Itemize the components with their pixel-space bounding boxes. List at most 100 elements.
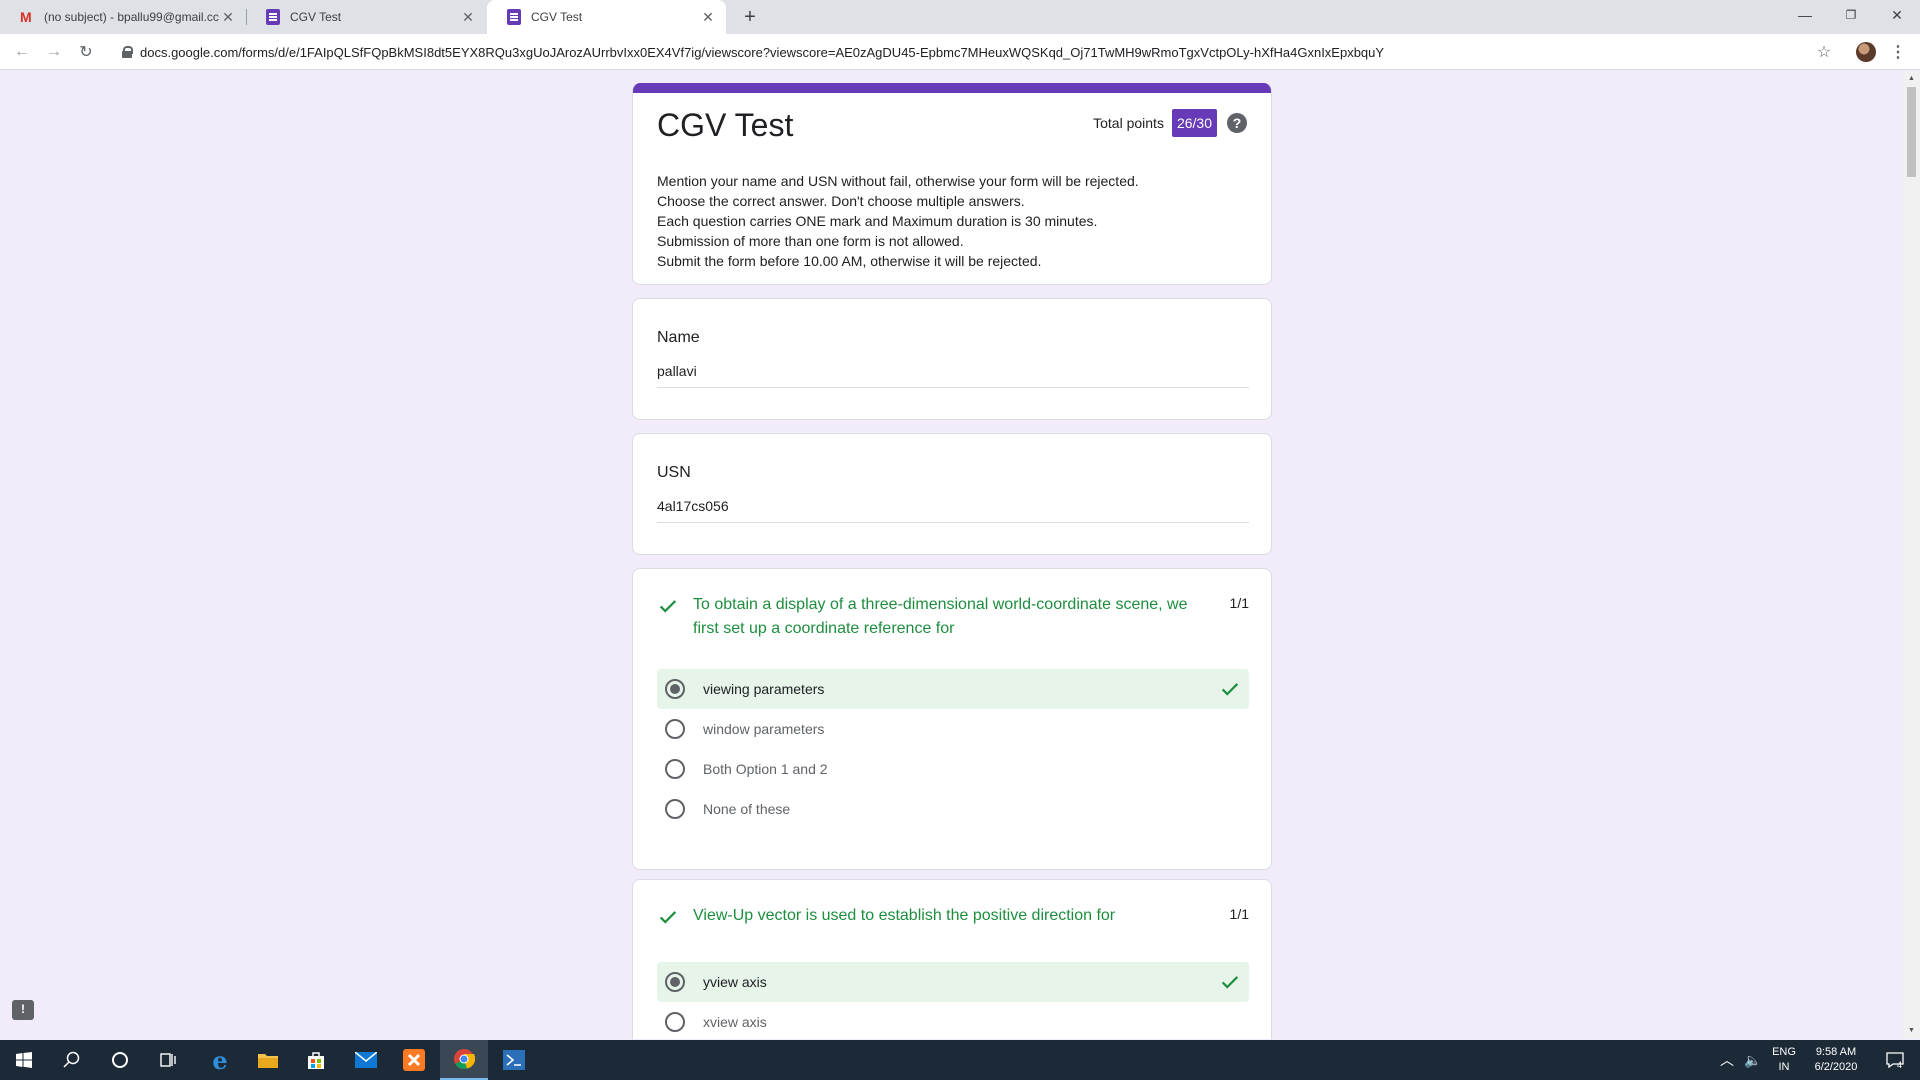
forward-arrow-icon[interactable]: → [42,40,66,64]
store-icon[interactable] [292,1040,340,1080]
browser-toolbar: ← → ↻ docs.google.com/forms/d/e/1FAIpQLS… [0,34,1920,70]
radio-checked [665,972,685,992]
description-line: Mention your name and USN without fail, … [657,173,1139,189]
clock-date: 6/2/2020 [1814,1061,1858,1073]
tab-title: CGV Test [290,10,342,24]
option-label: viewing parameters [703,681,825,697]
usn-answer: 4al17cs056 [657,498,1249,523]
question-text: To obtain a display of a three-dimension… [693,596,1188,637]
close-icon[interactable]: ✕ [460,9,476,25]
close-icon[interactable]: ✕ [700,9,716,25]
option: window parameters [657,709,1249,749]
description-line: Submit the form before 10.00 AM, otherwi… [657,253,1042,269]
cortana-icon[interactable] [96,1040,144,1080]
chrome-icon[interactable] [440,1040,488,1080]
correct-check-icon [659,600,677,613]
close-icon[interactable]: ✕ [220,9,236,25]
report-feedback-icon[interactable]: ! [12,1000,34,1020]
usn-question-card: USN 4al17cs056 [632,433,1272,555]
windows-start-icon[interactable] [0,1040,48,1080]
gmail-icon: M [20,9,32,25]
tab-gmail[interactable]: M (no subject) - bpallu99@gmail.cc ✕ [0,0,246,34]
name-answer: pallavi [657,363,1249,388]
option-correct-selected: yview axis [657,962,1249,1002]
radio-unchecked [665,1012,685,1032]
total-points-label: Total points [1093,115,1164,131]
address-bar[interactable]: docs.google.com/forms/d/e/1FAIpQLSfFQpBk… [108,37,1828,67]
header-accent-bar [633,83,1271,93]
mail-icon[interactable] [342,1040,390,1080]
profile-avatar[interactable] [1856,42,1876,62]
question-card-1: To obtain a display of a three-dimension… [632,568,1272,870]
page-scrollbar[interactable]: ▲ ▼ [1903,71,1920,1039]
total-points: Total points 26/30 ? [1093,109,1247,137]
question-score: 1/1 [1229,595,1249,611]
clock-time: 9:58 AM [1815,1046,1857,1058]
scroll-down-icon[interactable]: ▼ [1907,1026,1916,1035]
option: xview axis [657,1002,1249,1039]
radio-checked [665,679,685,699]
correct-check-icon [1221,683,1239,696]
help-icon[interactable]: ? [1227,113,1247,133]
option: None of these [657,789,1249,829]
windows-taskbar: e ︿ 🔈 ENG IN 9:58 AM 6/2/2020 4 [0,1040,1920,1080]
tab-title: CGV Test [531,10,583,24]
option-label: yview axis [703,974,767,990]
form-page: CGV Test Total points 26/30 ? Mention yo… [0,71,1920,1039]
xampp-icon[interactable] [390,1040,438,1080]
usn-label: USN [657,464,691,481]
language-indicator[interactable]: ENG IN [1770,1040,1798,1080]
score-badge: 26/30 [1171,109,1217,137]
radio-unchecked [665,799,685,819]
correct-check-icon [659,911,677,924]
volume-icon[interactable]: 🔈 [1744,1040,1761,1080]
app-icon[interactable] [490,1040,538,1080]
language-line1: ENG [1772,1046,1796,1058]
new-tab-button[interactable]: + [738,5,762,29]
option-label: xview axis [703,1014,767,1030]
task-view-icon[interactable] [144,1040,192,1080]
description-line: Submission of more than one form is not … [657,233,964,249]
tab-title: (no subject) - bpallu99@gmail.cc [44,10,219,24]
form-description: Mention your name and USN without fail, … [657,171,1139,271]
more-menu-icon[interactable]: ⋮ [1890,40,1906,64]
reload-icon[interactable]: ↻ [74,40,98,64]
search-icon[interactable] [48,1040,96,1080]
question-card-2: View-Up vector is used to establish the … [632,879,1272,1039]
lock-icon[interactable] [122,46,133,58]
url-text[interactable]: docs.google.com/forms/d/e/1FAIpQLSfFQpBk… [140,45,1828,60]
name-question-card: Name pallavi [632,298,1272,420]
tab-cgv-test[interactable]: CGV Test ✕ [246,0,486,34]
question-text: View-Up vector is used to establish the … [693,907,1116,924]
restore-button[interactable]: ❐ [1828,0,1874,30]
option: Both Option 1 and 2 [657,749,1249,789]
file-explorer-icon[interactable] [244,1040,292,1080]
description-line: Each question carries ONE mark and Maxim… [657,213,1098,229]
clock[interactable]: 9:58 AM 6/2/2020 [1806,1040,1866,1080]
option-correct-selected: viewing parameters [657,669,1249,709]
forms-icon [507,9,521,25]
form-title: CGV Test [657,107,794,143]
tab-cgv-test-active[interactable]: CGV Test ✕ [487,0,726,34]
scroll-thumb[interactable] [1907,87,1916,177]
description-line: Choose the correct answer. Don't choose … [657,193,1025,209]
correct-check-icon [1221,976,1239,989]
option-label: window parameters [703,721,825,737]
notifications-icon[interactable]: 4 [1880,1040,1910,1080]
tab-strip: M (no subject) - bpallu99@gmail.cc ✕ CGV… [0,0,1920,34]
option-label: None of these [703,801,791,817]
minimize-button[interactable]: — [1782,0,1828,30]
form-header-card: CGV Test Total points 26/30 ? Mention yo… [632,83,1272,285]
forms-icon [266,9,280,25]
notification-count: 4 [1897,1060,1903,1070]
question-score: 1/1 [1229,906,1249,922]
language-line2: IN [1778,1061,1790,1073]
show-hidden-icons-icon[interactable]: ︿ [1720,1040,1734,1080]
edge-icon[interactable]: e [196,1040,244,1080]
back-arrow-icon[interactable]: ← [10,40,34,64]
window-close-button[interactable]: ✕ [1874,0,1920,30]
radio-unchecked [665,719,685,739]
bookmark-star-icon[interactable]: ☆ [1812,40,1836,64]
name-label: Name [657,329,700,346]
scroll-up-icon[interactable]: ▲ [1907,74,1916,83]
